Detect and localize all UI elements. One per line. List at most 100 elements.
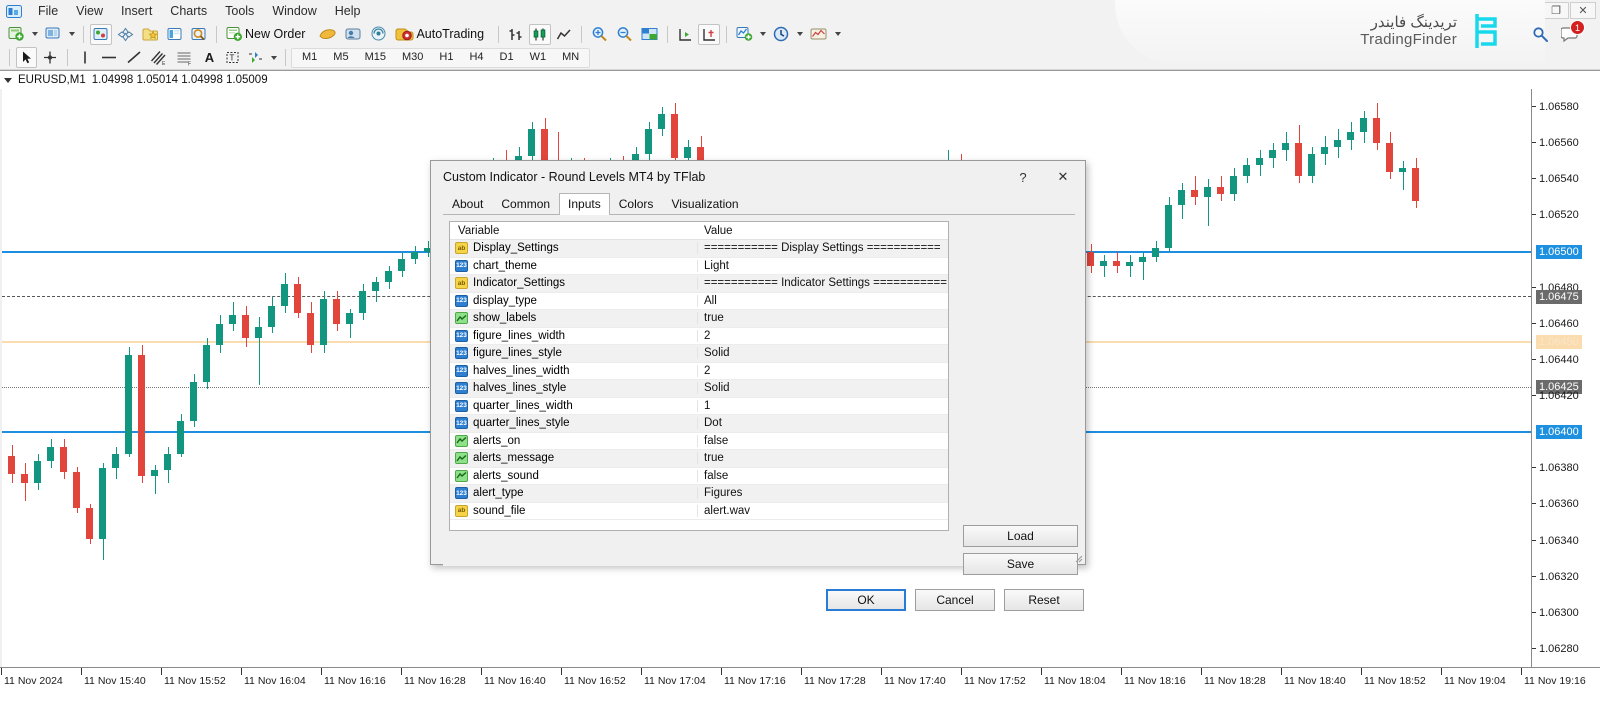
timeframe-w1-button[interactable]: W1 xyxy=(523,48,554,67)
terminal-button[interactable] xyxy=(164,24,186,45)
zoom-in-button[interactable] xyxy=(588,24,611,45)
value-cell[interactable]: Solid xyxy=(698,382,948,394)
menu-item-view[interactable]: View xyxy=(67,0,112,22)
cancel-button[interactable]: Cancel xyxy=(915,589,995,611)
arrows-button[interactable] xyxy=(245,47,267,68)
value-cell[interactable]: =========== Display Settings =========== xyxy=(698,242,948,254)
value-cell[interactable]: true xyxy=(698,312,948,324)
dialog-title-bar[interactable]: Custom Indicator - Round Levels MT4 by T… xyxy=(431,161,1085,193)
templates-dropdown-icon[interactable] xyxy=(835,32,841,36)
timeframe-m1-button[interactable]: M1 xyxy=(295,48,324,67)
templates-button[interactable] xyxy=(807,24,831,45)
text-button[interactable]: A xyxy=(199,47,220,68)
grid-row[interactable]: 123quarter_lines_styleDot xyxy=(450,415,948,433)
chart-grid-button[interactable] xyxy=(638,24,661,45)
save-button[interactable]: Save xyxy=(963,553,1078,575)
zoom-out-button[interactable] xyxy=(613,24,636,45)
grid-row[interactable]: alerts_onfalse xyxy=(450,433,948,451)
reset-button[interactable]: Reset xyxy=(1004,589,1084,611)
signals-button[interactable] xyxy=(315,24,340,45)
menu-item-help[interactable]: Help xyxy=(326,0,370,22)
chart-menu-icon[interactable] xyxy=(4,78,12,83)
trendline-button[interactable] xyxy=(123,47,145,68)
fibonacci-button[interactable]: F xyxy=(173,47,197,68)
value-cell[interactable]: Light xyxy=(698,260,948,272)
value-cell[interactable]: 2 xyxy=(698,330,948,342)
timeframe-mn-button[interactable]: MN xyxy=(555,48,586,67)
strategy-tester-button[interactable] xyxy=(188,24,210,45)
inputs-grid[interactable]: Variable Value abDisplay_Settings=======… xyxy=(449,221,949,531)
new-chart-dropdown-icon[interactable] xyxy=(32,32,38,36)
tab-inputs[interactable]: Inputs xyxy=(559,193,610,215)
help-button[interactable]: ? xyxy=(1003,162,1043,192)
autoscroll-button[interactable] xyxy=(674,24,696,45)
profiles-button[interactable] xyxy=(42,24,65,45)
autotrading-button[interactable]: AutoTrading xyxy=(392,24,492,45)
periods-dropdown-icon[interactable] xyxy=(797,32,803,36)
time-axis[interactable]: 11 Nov 202411 Nov 15:4011 Nov 15:5211 No… xyxy=(0,667,1600,701)
close-button[interactable]: ✕ xyxy=(1570,2,1596,19)
menu-item-charts[interactable]: Charts xyxy=(161,0,216,22)
navigator-button[interactable] xyxy=(139,24,162,45)
ok-button[interactable]: OK xyxy=(826,589,906,611)
timeframe-h4-button[interactable]: H4 xyxy=(462,48,490,67)
arrows-dropdown-icon[interactable] xyxy=(271,56,277,60)
grid-row[interactable]: abIndicator_Settings=========== Indicato… xyxy=(450,275,948,293)
notifications-icon[interactable]: 1 xyxy=(1561,26,1580,46)
value-cell[interactable]: alert.wav xyxy=(698,505,948,517)
tab-common[interactable]: Common xyxy=(492,193,559,214)
bar-chart-button[interactable] xyxy=(505,24,527,45)
value-cell[interactable]: Solid xyxy=(698,347,948,359)
value-cell[interactable]: 1 xyxy=(698,400,948,412)
grid-row[interactable]: 123quarter_lines_width1 xyxy=(450,398,948,416)
grid-row[interactable]: 123halves_lines_width2 xyxy=(450,363,948,381)
chart-shift-button[interactable] xyxy=(698,24,720,45)
grid-row[interactable]: abDisplay_Settings=========== Display Se… xyxy=(450,240,948,258)
text-label-button[interactable]: T xyxy=(222,47,243,68)
menu-item-window[interactable]: Window xyxy=(263,0,325,22)
timeframe-m5-button[interactable]: M5 xyxy=(326,48,355,67)
value-cell[interactable]: Dot xyxy=(698,417,948,429)
dialog-close-button[interactable]: ✕ xyxy=(1043,162,1083,192)
value-cell[interactable]: false xyxy=(698,470,948,482)
grid-row[interactable]: 123figure_lines_width2 xyxy=(450,328,948,346)
timeframe-d1-button[interactable]: D1 xyxy=(493,48,521,67)
restore-button[interactable]: ❐ xyxy=(1543,2,1569,19)
value-cell[interactable]: true xyxy=(698,452,948,464)
grid-row[interactable]: 123figure_lines_styleSolid xyxy=(450,345,948,363)
timeframe-m30-button[interactable]: M30 xyxy=(395,48,430,67)
tab-colors[interactable]: Colors xyxy=(610,193,663,214)
grid-row[interactable]: absound_filealert.wav xyxy=(450,503,948,521)
periods-button[interactable] xyxy=(770,24,793,45)
price-axis[interactable]: 1.065801.065601.065401.065201.065001.064… xyxy=(1531,89,1600,667)
market-watch-button[interactable] xyxy=(90,24,112,45)
value-cell[interactable]: =========== Indicator Settings =========… xyxy=(698,277,948,289)
line-chart-button[interactable] xyxy=(553,24,575,45)
grid-row[interactable]: show_labelstrue xyxy=(450,310,948,328)
cursor-tool-button[interactable] xyxy=(16,47,37,68)
tab-visualization[interactable]: Visualization xyxy=(662,193,747,214)
menu-item-tools[interactable]: Tools xyxy=(216,0,263,22)
value-cell[interactable]: false xyxy=(698,435,948,447)
tab-about[interactable]: About xyxy=(443,193,492,214)
indicators-button[interactable] xyxy=(733,24,756,45)
grid-row[interactable]: alerts_messagetrue xyxy=(450,450,948,468)
vertical-line-button[interactable] xyxy=(74,47,95,68)
value-cell[interactable]: 2 xyxy=(698,365,948,377)
candlestick-chart-button[interactable] xyxy=(529,24,551,45)
timeframe-h1-button[interactable]: H1 xyxy=(432,48,460,67)
grid-row[interactable]: alerts_soundfalse xyxy=(450,468,948,486)
data-window-button[interactable] xyxy=(114,24,137,45)
grid-row[interactable]: 123halves_lines_styleSolid xyxy=(450,380,948,398)
menu-item-file[interactable]: File xyxy=(29,0,67,22)
load-button[interactable]: Load xyxy=(963,525,1078,547)
grid-row[interactable]: 123display_typeAll xyxy=(450,293,948,311)
horizontal-line-button[interactable] xyxy=(97,47,121,68)
search-icon[interactable] xyxy=(1532,26,1549,46)
value-cell[interactable]: All xyxy=(698,295,948,307)
crosshair-tool-button[interactable] xyxy=(39,47,61,68)
new-chart-button[interactable] xyxy=(5,24,28,45)
dialog-resize-grip[interactable] xyxy=(1073,552,1083,562)
grid-row[interactable]: 123alert_typeFigures xyxy=(450,485,948,503)
equidistant-channel-button[interactable]: E xyxy=(147,47,171,68)
